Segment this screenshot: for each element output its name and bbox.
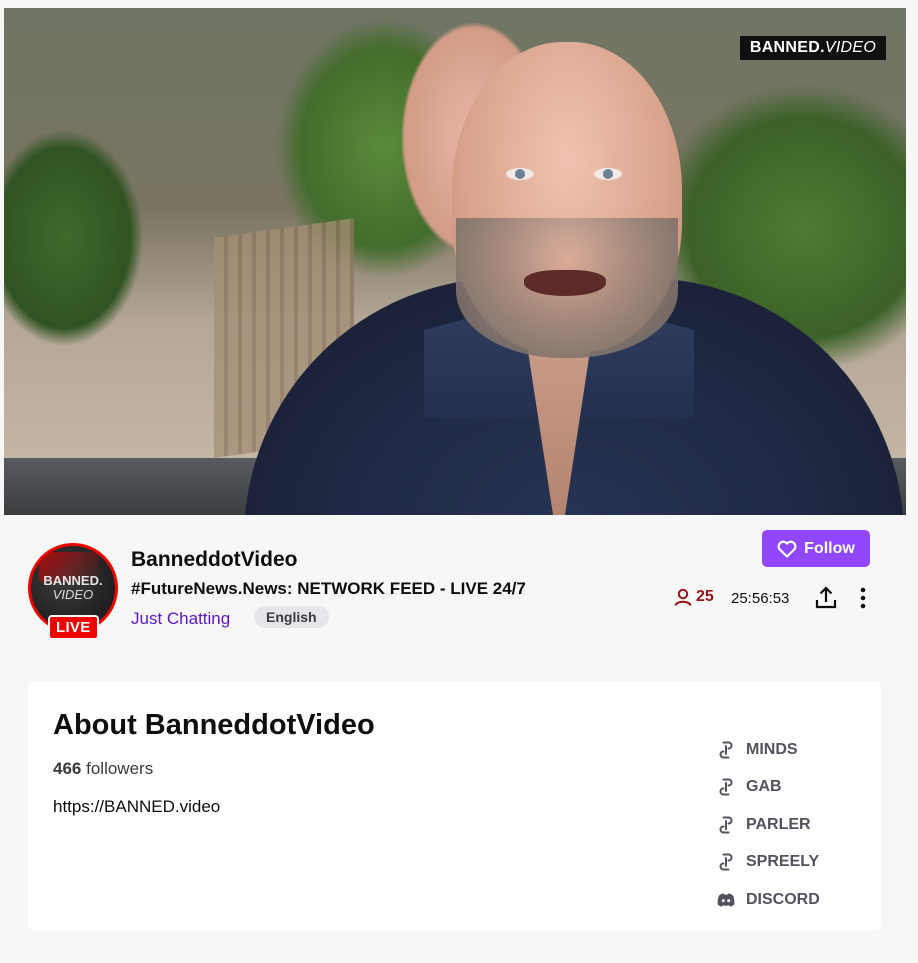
avatar-logo-bottom: VIDEO [52,587,94,602]
social-link-label: DISCORD [746,890,820,908]
language-tag[interactable]: English [254,606,329,628]
stream-uptime: 25:56:53 [731,590,790,607]
streamer-mouth [524,270,606,296]
social-link-minds[interactable]: MINDS [716,731,820,769]
followers-number: 466 [53,759,82,778]
about-panel: About BanneddotVideo 466 followers https… [28,681,881,930]
stream-title: #FutureNews.News: NETWORK FEED - LIVE 24… [131,579,526,598]
social-link-label: SPREELY [746,853,820,871]
social-link-gab[interactable]: GAB [716,769,820,807]
social-link-label: PARLER [746,815,811,833]
avatar-logo: BANNED. VIDEO [31,574,115,602]
avatar-logo-top: BANNED. [43,573,103,588]
social-link-label: GAB [746,778,782,796]
social-link-spreely[interactable]: SPREELY [716,844,820,882]
discord-icon [717,893,735,907]
channel-name[interactable]: BanneddotVideo [131,548,297,572]
link-icon [719,816,733,834]
streamer-eye-right [594,168,622,180]
share-icon[interactable] [814,585,838,611]
link-icon [719,741,733,759]
video-watermark: BANNED. VIDEO [740,36,886,60]
social-link-discord[interactable]: DISCORD [716,881,820,919]
social-links: MINDS GAB PARLER SPREELY DISCORD [716,731,820,919]
more-options-icon[interactable] [853,585,873,611]
watermark-suffix: VIDEO [824,39,877,56]
social-link-parler[interactable]: PARLER [716,806,820,844]
channel-avatar[interactable]: BANNED. VIDEO LIVE [28,543,118,640]
video-player[interactable]: BANNED. VIDEO [4,8,906,515]
link-icon [719,853,733,871]
heart-icon [777,540,797,558]
follow-button[interactable]: Follow [762,530,870,567]
about-title: About BanneddotVideo [53,709,375,741]
stream-info-bar: BANNED. VIDEO LIVE BanneddotVideo #Futur… [0,515,918,665]
person-icon [674,588,692,606]
link-icon [719,778,733,796]
website-link[interactable]: https://BANNED.video [53,797,220,817]
followers-label: followers [86,759,154,778]
category-link[interactable]: Just Chatting [131,609,230,629]
social-link-label: MINDS [746,740,798,758]
live-badge: LIVE [48,615,99,640]
watermark-brand: BANNED. [749,39,825,56]
followers-count: 466 followers [53,759,153,779]
follow-label: Follow [804,539,855,557]
streamer-eye-left [506,168,534,180]
viewer-count-value: 25 [696,588,714,605]
viewer-count: 25 [673,587,714,607]
